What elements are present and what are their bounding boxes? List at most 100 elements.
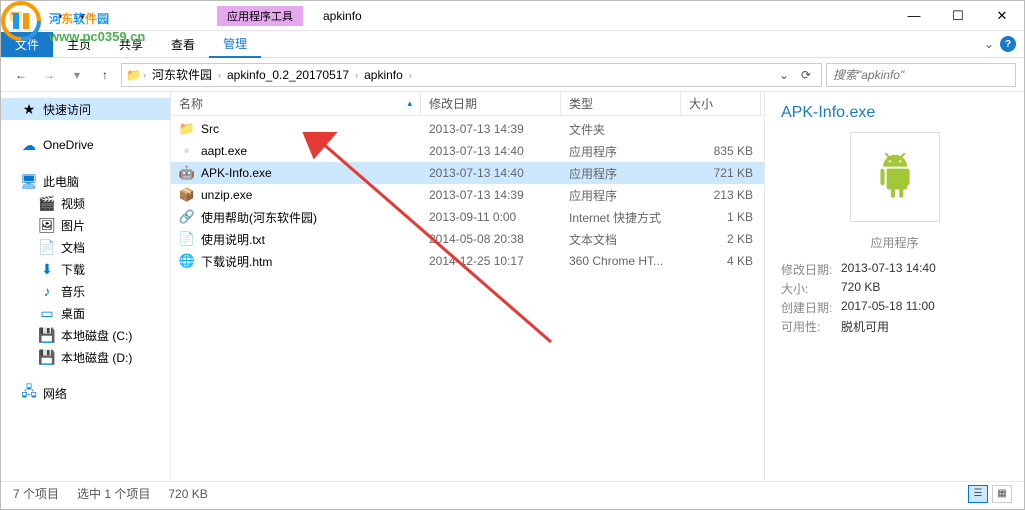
disk-icon: 💾 — [39, 349, 55, 365]
search-input[interactable] — [826, 63, 1016, 87]
window-title: apkinfo — [323, 9, 362, 23]
details-value: 2013-07-13 14:40 — [841, 261, 936, 278]
sidebar-disk-c[interactable]: 💾本地磁盘 (C:) — [1, 324, 170, 346]
file-name: aapt.exe — [201, 144, 247, 158]
chevron-right-icon[interactable]: › — [409, 70, 412, 80]
qat-dropdown-icon[interactable]: ▾ — [73, 7, 91, 25]
file-row[interactable]: 📁Src2013-07-13 14:39文件夹 — [171, 118, 764, 140]
file-type: 360 Chrome HT... — [561, 254, 681, 268]
column-size[interactable]: 大小 — [681, 92, 761, 115]
column-type[interactable]: 类型 — [561, 92, 681, 115]
sidebar-label: 视频 — [61, 195, 85, 212]
minimize-button[interactable]: — — [892, 1, 936, 31]
documents-icon: 📄 — [39, 239, 55, 255]
sidebar-label: 本地磁盘 (D:) — [61, 349, 132, 366]
chevron-right-icon[interactable]: › — [218, 70, 221, 80]
up-button[interactable]: ↑ — [93, 63, 117, 87]
sidebar-label: 快速访问 — [43, 101, 91, 118]
status-bar: 7 个项目 选中 1 个项目 720 KB ☰ ▦ — [1, 481, 1024, 505]
close-button[interactable]: ✕ — [980, 1, 1024, 31]
details-title: APK-Info.exe — [781, 104, 1008, 122]
details-value: 脱机可用 — [841, 318, 889, 335]
tab-home[interactable]: 主页 — [53, 32, 105, 57]
sidebar-label: 图片 — [61, 217, 85, 234]
sidebar-pictures[interactable]: 🖼 图片 — [1, 214, 170, 236]
file-row[interactable]: 🌐下载说明.htm2014-12-25 10:17360 Chrome HT..… — [171, 250, 764, 272]
file-row[interactable]: 🔗使用帮助(河东软件园)2013-09-11 0:00Internet 快捷方式… — [171, 206, 764, 228]
status-size: 720 KB — [168, 487, 207, 501]
sidebar-this-pc[interactable]: 🖥此电脑 — [1, 170, 170, 192]
file-date: 2013-09-11 0:00 — [421, 210, 561, 224]
file-size: 1 KB — [681, 210, 761, 224]
recent-dropdown[interactable]: ▾ — [65, 63, 89, 87]
sidebar-network[interactable]: 🖧网络 — [1, 382, 170, 404]
sidebar-desktop[interactable]: ▭桌面 — [1, 302, 170, 324]
title-bar: 📁 ▫ ▪ ▾ 应用程序工具 apkinfo — ☐ ✕ — [1, 1, 1024, 31]
android-icon: 🤖 — [179, 165, 195, 181]
view-details-button[interactable]: ☰ — [968, 485, 988, 503]
tab-view[interactable]: 查看 — [157, 32, 209, 57]
sidebar-disk-d[interactable]: 💾 本地磁盘 (D:) — [1, 346, 170, 368]
sidebar-label: 此电脑 — [43, 173, 79, 190]
column-date[interactable]: 修改日期 — [421, 92, 561, 115]
file-date: 2013-07-13 14:39 — [421, 188, 561, 202]
sidebar-downloads[interactable]: ⬇下载 — [1, 258, 170, 280]
file-row[interactable]: 🤖APK-Info.exe2013-07-13 14:40应用程序721 KB — [171, 162, 764, 184]
chevron-right-icon[interactable]: › — [355, 70, 358, 80]
zip-icon: 📦 — [179, 187, 195, 203]
folder-icon[interactable]: 📁 — [7, 7, 25, 25]
address-bar: ← → ▾ ↑ 📁 › 河东软件园 › apkinfo_0.2_20170517… — [1, 58, 1024, 92]
quick-access-toolbar: 📁 ▫ ▪ ▾ — [1, 7, 97, 25]
music-icon: ♪ — [39, 283, 55, 299]
chrome-icon: 🌐 — [179, 253, 195, 269]
sidebar-label: OneDrive — [43, 138, 94, 152]
maximize-button[interactable]: ☐ — [936, 1, 980, 31]
tab-share[interactable]: 共享 — [105, 32, 157, 57]
details-type: 应用程序 — [781, 234, 1008, 251]
back-button[interactable]: ← — [9, 63, 33, 87]
ribbon-expand-icon[interactable]: ⌄ — [984, 37, 994, 51]
navigation-sidebar: ★ 快速访问 ☁OneDrive 🖥此电脑 🎬视频 🖼 图片 📄文档 ⬇下载 ♪ 音乐… — [1, 92, 171, 481]
star-icon: ★ — [21, 101, 37, 117]
file-row[interactable]: 📄使用说明.txt2014-05-08 20:38文本文档2 KB — [171, 228, 764, 250]
column-label: 名称 — [179, 95, 203, 112]
pictures-icon: 🖼 — [39, 217, 55, 233]
details-value: 720 KB — [841, 280, 880, 297]
view-icons-button[interactable]: ▦ — [992, 485, 1012, 503]
sidebar-label: 音乐 — [61, 283, 85, 300]
help-icon[interactable]: ? — [1000, 36, 1016, 52]
android-icon — [870, 152, 920, 202]
file-name: 使用说明.txt — [201, 231, 265, 248]
breadcrumb-path[interactable]: 📁 › 河东软件园 › apkinfo_0.2_20170517 › apkin… — [121, 63, 822, 87]
context-tab-label: 应用程序工具 — [217, 6, 303, 26]
chevron-right-icon[interactable]: › — [143, 70, 146, 80]
network-icon: 🖧 — [21, 385, 37, 401]
folder-icon: 📁 — [179, 121, 195, 137]
sidebar-music[interactable]: ♪ 音乐 — [1, 280, 170, 302]
details-label: 修改日期: — [781, 261, 841, 278]
refresh-icon[interactable]: ⟳ — [795, 64, 817, 86]
details-value: 2017-05-18 11:00 — [841, 299, 935, 316]
sidebar-video[interactable]: 🎬视频 — [1, 192, 170, 214]
breadcrumb-item[interactable]: apkinfo — [360, 68, 407, 82]
column-name[interactable]: 名称▴ — [171, 92, 421, 115]
sidebar-documents[interactable]: 📄文档 — [1, 236, 170, 258]
qat-properties-icon[interactable]: ▫ — [29, 7, 47, 25]
file-size: 2 KB — [681, 232, 761, 246]
file-date: 2014-12-25 10:17 — [421, 254, 561, 268]
file-row[interactable]: ▫️aapt.exe2013-07-13 14:40应用程序835 KB — [171, 140, 764, 162]
history-dropdown-icon[interactable]: ⌄ — [773, 64, 795, 86]
status-selected: 选中 1 个项目 — [77, 485, 150, 502]
file-row[interactable]: 📦unzip.exe2013-07-13 14:39应用程序213 KB — [171, 184, 764, 206]
forward-button[interactable]: → — [37, 63, 61, 87]
file-name: APK-Info.exe — [201, 166, 272, 180]
breadcrumb-item[interactable]: 河东软件园 — [148, 66, 216, 83]
details-pane: APK-Info.exe 应用程序 修改日期:2013-07-13 14:40 … — [764, 92, 1024, 481]
sidebar-quick-access[interactable]: ★ 快速访问 — [1, 98, 170, 120]
file-tab[interactable]: 文件 — [1, 32, 53, 57]
sidebar-label: 桌面 — [61, 305, 85, 322]
sidebar-onedrive[interactable]: ☁OneDrive — [1, 134, 170, 156]
tab-manage[interactable]: 管理 — [209, 31, 261, 58]
breadcrumb-item[interactable]: apkinfo_0.2_20170517 — [223, 68, 353, 82]
qat-new-icon[interactable]: ▪ — [51, 7, 69, 25]
